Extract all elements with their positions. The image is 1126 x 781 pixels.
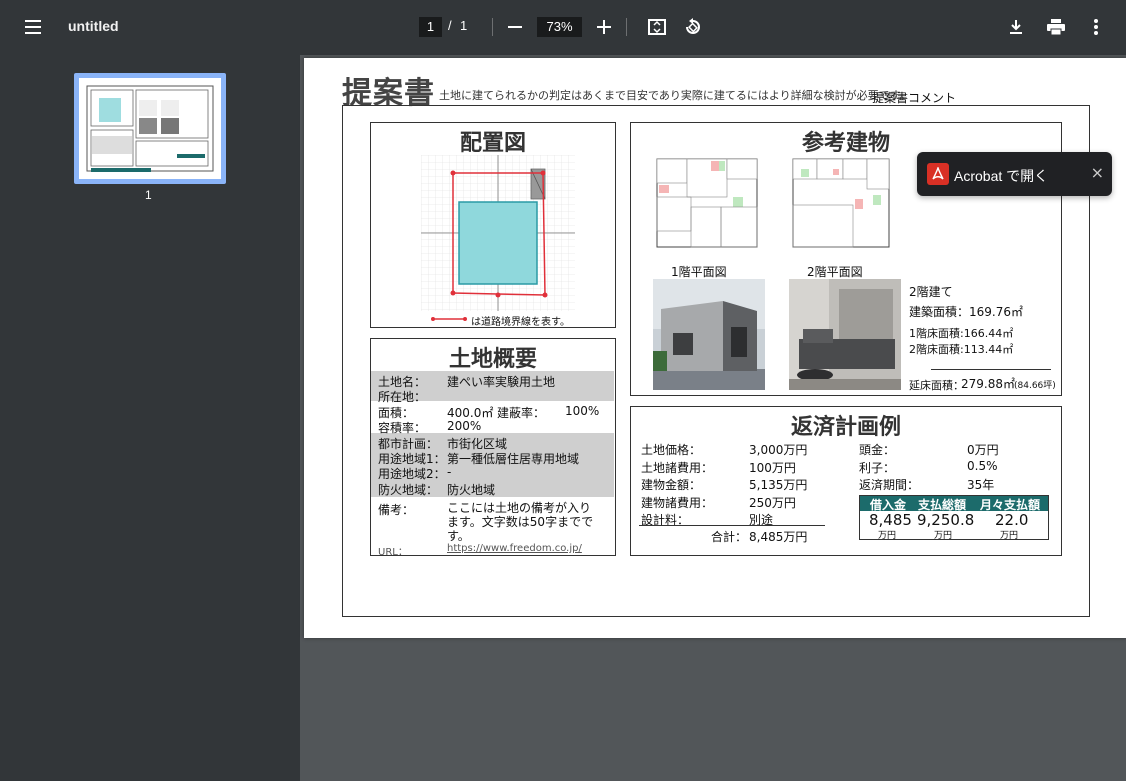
zoom-in-button[interactable] (592, 15, 616, 39)
land-price-label: 土地価格： (641, 443, 702, 457)
proposal-comment: 提案書コメント (872, 91, 957, 105)
divider-line (931, 369, 1051, 370)
page-number-input[interactable]: 1 (419, 17, 442, 37)
repayment-plan-panel: 返済計画例 土地価格： 3,000万円 土地諸費用： 100万円 建物金額： 5… (630, 406, 1062, 556)
pdf-toolbar: untitled 1 / 1 73% (0, 0, 1126, 55)
acrobat-icon (927, 163, 949, 185)
toolbar-divider (492, 18, 493, 36)
floor1-plan-image (656, 158, 758, 248)
minus-icon (508, 26, 522, 28)
zoning2-value: - (447, 465, 452, 479)
floor-area-ratio-value: 200% (447, 419, 482, 433)
boundary-legend-text: は道路境界線を表す。 (471, 317, 570, 328)
coverage-label: 建蔽率： (497, 406, 546, 420)
down-payment-label: 頭金： (859, 443, 896, 457)
thumbnail-preview (79, 78, 221, 179)
floor2-plan-image (792, 158, 890, 248)
total-pages: 1 (460, 18, 468, 33)
fire-zone-label: 防火地域： (378, 483, 439, 497)
toolbar-divider (626, 18, 627, 36)
thumbnail-sidebar: 1 (0, 55, 300, 781)
remarks-value: ここには土地の備考が入ります。文字数は50字までです。 (447, 501, 594, 543)
building-price-label: 建物金額： (641, 478, 702, 492)
more-vert-icon (1094, 19, 1098, 35)
total-payment-unit: 万円 (934, 531, 953, 541)
url-link[interactable]: https://www.freedom.co.jp/ (447, 543, 582, 554)
rotate-button[interactable] (681, 15, 705, 39)
floor-area-ratio-label: 容積率： (378, 421, 427, 435)
zoning2-label: 用途地域2： (378, 467, 446, 481)
menu-icon[interactable] (22, 17, 46, 37)
loan-summary-table: 借入金 支払総額 月々支払額 8,485 9,250.8 22.0 万円 万円 … (859, 495, 1049, 541)
land-summary-title: 土地概要 (448, 347, 537, 372)
more-options-button[interactable] (1084, 15, 1108, 39)
total-label: 合計： (711, 530, 748, 544)
sum-divider (639, 525, 825, 526)
thumbnail-page-number: 1 (145, 188, 152, 202)
thumbnail-image (86, 85, 214, 172)
download-icon (1010, 20, 1022, 34)
site-layout-title: 配置図 (459, 131, 526, 156)
page-thumbnail[interactable] (74, 73, 226, 184)
loan-value: 8,485 (869, 511, 912, 529)
interest-value: 0.5% (967, 459, 998, 473)
floor1-plan-label: 1階平面図 (671, 265, 727, 279)
stories-text: 2階建て (909, 285, 953, 299)
site-plan-diagram (421, 155, 575, 311)
land-costs-value: 100万円 (749, 461, 796, 475)
rotate-icon (686, 18, 700, 34)
total-value: 8,485万円 (749, 530, 808, 544)
plus-icon (597, 20, 611, 34)
download-button[interactable] (1004, 15, 1028, 39)
total-payment-value: 9,250.8 (917, 511, 975, 529)
remarks-label: 備考： (378, 503, 415, 517)
coverage-value: 100% (565, 404, 600, 418)
building-costs-label: 建物諸費用： (641, 496, 714, 510)
printer-icon (1047, 19, 1065, 35)
land-price-value: 3,000万円 (749, 443, 808, 457)
loan-unit: 万円 (878, 531, 897, 541)
term-label: 返済期間： (859, 478, 920, 492)
print-button[interactable] (1044, 15, 1068, 39)
land-costs-label: 土地諸費用： (641, 461, 714, 475)
document-title: untitled (68, 18, 119, 34)
zoom-out-button[interactable] (503, 15, 527, 39)
floor2-area-text: 2階床面積:113.44㎡ (909, 343, 1014, 356)
open-in-acrobat-popup[interactable]: Acrobat で開く × (917, 152, 1112, 196)
total-floor-area-label: 延床面積： (909, 379, 964, 392)
total-floor-area-tsubo: (84.66坪) (1014, 381, 1056, 391)
land-summary-panel: 土地概要 土地名： 建ぺい率実験用土地 所在地： 面積： 400.0㎡ 建蔽率：… (370, 338, 616, 558)
zoom-level-input[interactable]: 73% (537, 17, 582, 37)
proposal-note: 土地に建てられるかの判定はあくまで目安であり実際に建てるにはより詳細な検討が必要… (439, 89, 911, 102)
pdf-page: 提案書 土地に建てられるかの判定はあくまで目安であり実際に建てるにはより詳細な検… (304, 58, 1126, 638)
fire-zone-value: 防火地域 (447, 483, 496, 497)
building-area-text: 建築面積：169.76㎡ (909, 305, 1023, 319)
page-separator: / (448, 18, 452, 33)
close-icon[interactable]: × (1091, 163, 1104, 182)
total-floor-area-value: 279.88㎡ (961, 377, 1015, 391)
zoning1-value: 第一種低層住居専用地域 (447, 452, 580, 466)
boundary-line-legend-icon (431, 317, 467, 321)
open-in-acrobat-label: Acrobat で開く (954, 168, 1049, 184)
exterior-photo (653, 279, 765, 390)
repayment-plan-title: 返済計画例 (790, 415, 901, 440)
url-label: URL： (378, 547, 408, 558)
monthly-payment-value: 22.0 (995, 511, 1029, 529)
fit-to-page-button[interactable] (645, 15, 669, 39)
floor2-plan-label: 2階平面図 (807, 265, 863, 279)
address-label: 所在地： (378, 390, 427, 404)
interest-label: 利子： (859, 461, 896, 475)
building-costs-value: 250万円 (749, 496, 796, 510)
land-name-value: 建ぺい率実験用土地 (447, 375, 556, 389)
fit-page-icon (648, 19, 666, 35)
site-layout-panel: 配置図 は道路境界線を表す。 (370, 122, 616, 328)
term-value: 35年 (967, 478, 995, 492)
building-price-value: 5,135万円 (749, 478, 808, 492)
floor1-area-text: 1階床面積:166.44㎡ (909, 327, 1014, 340)
monthly-payment-unit: 万円 (1000, 531, 1019, 541)
down-payment-value: 0万円 (967, 443, 999, 457)
interior-photo (789, 279, 901, 390)
